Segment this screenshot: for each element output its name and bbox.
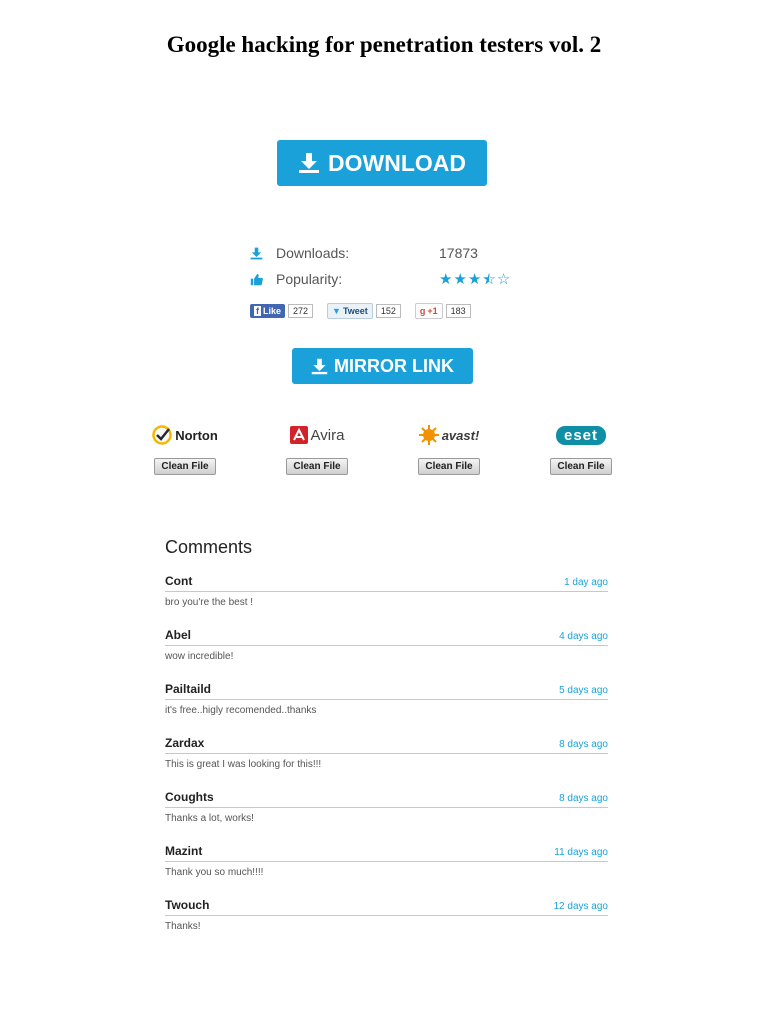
- avira-logo-icon: [289, 426, 308, 444]
- comment-time[interactable]: 4 days ago: [559, 631, 608, 642]
- download-label: DOWNLOAD: [328, 149, 466, 176]
- facebook-count: 272: [288, 304, 314, 318]
- avast-logo-icon: [418, 425, 439, 445]
- comment-author: Mazint: [165, 844, 203, 858]
- comment-time[interactable]: 11 days ago: [554, 847, 608, 858]
- google-plus-count: 183: [445, 304, 471, 318]
- comment-author: Cont: [165, 574, 193, 588]
- twitter-bird-icon: ▼: [332, 306, 341, 316]
- comment-item: Twouch 12 days ago Thanks!: [165, 898, 608, 952]
- comment-text: Thanks a lot, works!: [165, 813, 254, 824]
- comment-item: Pailtaild 5 days ago it's free..higly rec…: [165, 682, 608, 736]
- downloads-value: 17873: [439, 245, 478, 261]
- thumbs-up-icon: [250, 273, 276, 286]
- download-icon: [298, 152, 320, 174]
- avast-scan: avast! Clean File: [414, 420, 484, 475]
- tweet-button[interactable]: ▼ Tweet 152: [327, 303, 401, 319]
- facebook-icon: f: [254, 306, 261, 316]
- comment-time[interactable]: 1 day ago: [564, 577, 608, 588]
- comments-title: Comments: [165, 537, 253, 557]
- comment-time[interactable]: 8 days ago: [559, 793, 608, 804]
- norton-check-icon: [152, 425, 172, 445]
- stats-panel: Downloads: 17873 Popularity: ★★★☆★☆: [250, 240, 540, 292]
- comment-item: Cont 1 day ago bro you're the best !: [165, 574, 608, 628]
- popularity-row: Popularity: ★★★☆★☆: [250, 266, 540, 292]
- comment-author: Zardax: [165, 736, 205, 750]
- avira-clean-file-badge[interactable]: Clean File: [286, 458, 348, 475]
- eset-scan: eset Clean File: [546, 420, 616, 475]
- google-plus-icon: g: [419, 306, 426, 316]
- comment-author: Abel: [165, 628, 192, 642]
- comment-time[interactable]: 5 days ago: [559, 685, 608, 696]
- document-title: Google hacking for penetration testers v…: [166, 32, 602, 57]
- star-empty-icon: ☆: [496, 270, 511, 288]
- mirror-label: MIRROR LINK: [334, 355, 454, 376]
- avast-logo-text: avast!: [441, 427, 480, 443]
- norton-clean-file-badge[interactable]: Clean File: [154, 458, 216, 475]
- google-plus-label: +1: [427, 306, 438, 316]
- popularity-stars: ★★★☆★☆: [439, 272, 510, 287]
- download-small-icon: [250, 247, 276, 260]
- avast-clean-file-badge[interactable]: Clean File: [418, 458, 480, 475]
- comment-text: bro you're the best !: [165, 597, 254, 608]
- comment-item: Coughts 8 days ago Thanks a lot, works!: [165, 790, 608, 844]
- norton-logo-text: Norton: [175, 427, 218, 443]
- downloads-label: Downloads:: [276, 245, 350, 261]
- comment-time[interactable]: 8 days ago: [559, 739, 608, 750]
- facebook-like-button[interactable]: f Like 272: [250, 304, 314, 318]
- google-plus-button[interactable]: g +1 183: [414, 303, 471, 319]
- popularity-label: Popularity:: [276, 271, 343, 287]
- comment-text: wow incredible!: [165, 651, 234, 662]
- star-full-icon: ★: [439, 270, 453, 288]
- tweet-count: 152: [375, 304, 401, 318]
- eset-clean-file-badge[interactable]: Clean File: [550, 458, 612, 475]
- facebook-label: Like: [263, 306, 282, 316]
- comments-section: Comments Cont 1 day ago bro you're the be…: [165, 537, 608, 952]
- comment-text: This is great I was looking for this!!!: [165, 759, 322, 770]
- download-icon: [311, 358, 328, 375]
- star-full-icon: ★: [467, 270, 482, 288]
- mirror-link-button[interactable]: MIRROR LINK: [292, 348, 473, 384]
- comment-item: Zardax 8 days ago This is great I was loo…: [165, 736, 608, 790]
- tweet-label: Tweet: [342, 306, 368, 316]
- comment-item: Mazint 11 days ago Thank you so much!!!!: [165, 844, 608, 898]
- comment-text: Thanks!: [165, 921, 201, 932]
- downloads-row: Downloads: 17873: [250, 240, 540, 266]
- comment-author: Coughts: [165, 790, 214, 804]
- comment-time[interactable]: 12 days ago: [554, 901, 609, 912]
- comment-item: Abel 4 days ago wow incredible!: [165, 628, 608, 682]
- star-full-icon: ★: [453, 270, 467, 288]
- eset-logo: eset: [555, 425, 607, 445]
- social-bar: f Like 272 ▼ Tweet 152 g +1 183: [250, 303, 471, 319]
- star-half-icon: ☆★: [482, 270, 496, 288]
- avira-logo-text: Avira: [310, 426, 345, 444]
- comment-text: Thank you so much!!!!: [165, 867, 264, 878]
- comment-author: Pailtaild: [165, 682, 212, 696]
- avira-scan: Avira Clean File: [282, 420, 352, 475]
- comment-text: it's free..higly recomended..thanks: [165, 705, 317, 716]
- comment-author: Twouch: [165, 898, 210, 912]
- norton-scan: Norton Clean File: [150, 420, 220, 475]
- download-button[interactable]: DOWNLOAD: [277, 140, 487, 186]
